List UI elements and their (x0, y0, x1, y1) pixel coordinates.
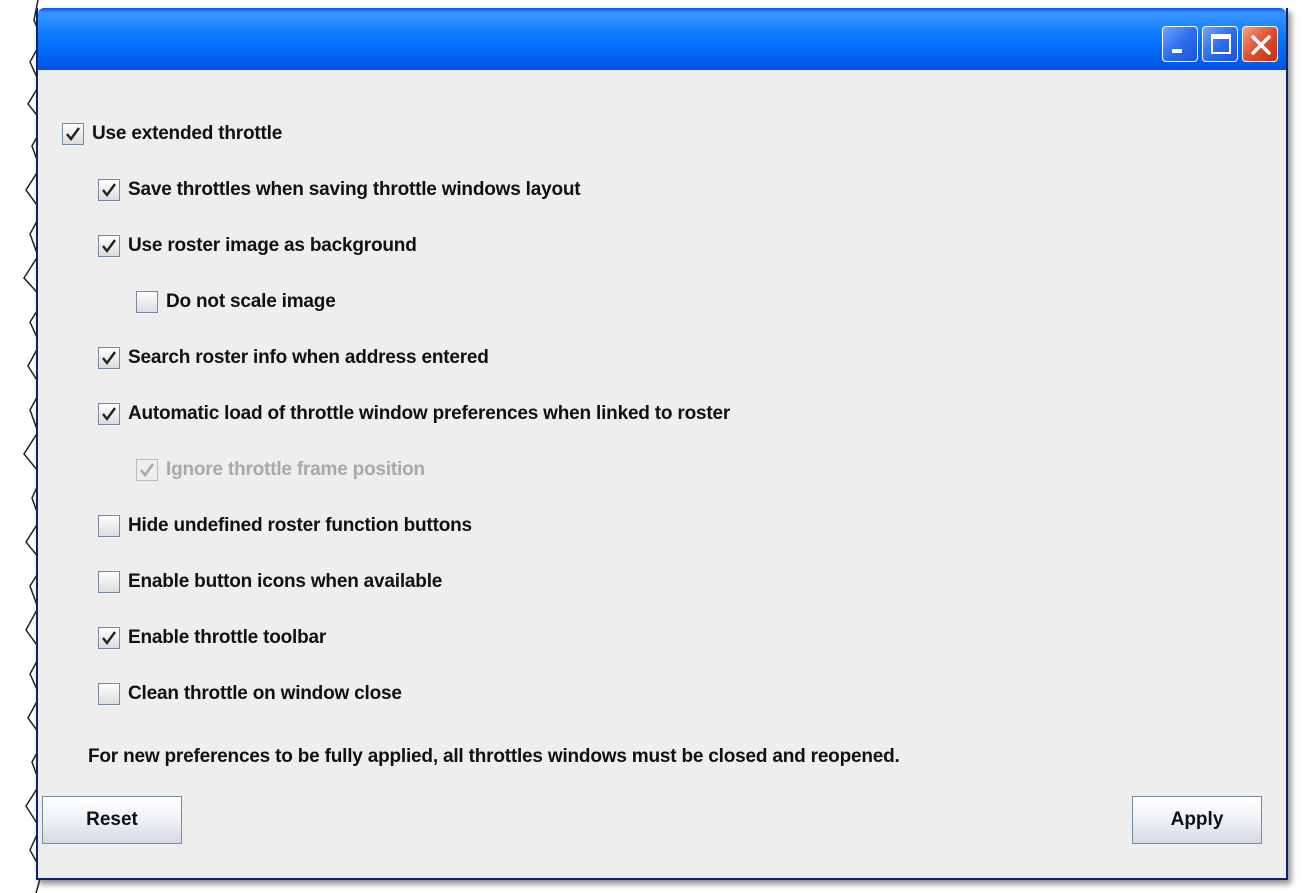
option-clean-throttle-on-close[interactable]: Clean throttle on window close (98, 680, 402, 708)
option-use-extended-throttle[interactable]: Use extended throttle (62, 120, 282, 148)
checkbox[interactable] (98, 515, 120, 537)
checkbox[interactable] (98, 403, 120, 425)
option-automatic-load-preferences[interactable]: Automatic load of throttle window prefer… (98, 400, 730, 428)
reset-button[interactable]: Reset (42, 796, 182, 844)
checkbox[interactable] (98, 347, 120, 369)
close-button[interactable] (1242, 26, 1278, 62)
option-hide-undefined-buttons[interactable]: Hide undefined roster function buttons (98, 512, 472, 540)
option-label: Save throttles when saving throttle wind… (128, 179, 581, 200)
checkmark-icon (102, 183, 116, 197)
close-icon (1251, 35, 1271, 55)
title-bar[interactable] (38, 8, 1286, 70)
checkmark-icon (140, 463, 154, 477)
preferences-window: Use extended throttle Save throttles whe… (36, 8, 1288, 880)
minimize-button[interactable] (1162, 26, 1198, 62)
option-save-throttles[interactable]: Save throttles when saving throttle wind… (98, 176, 581, 204)
apply-button[interactable]: Apply (1132, 796, 1262, 844)
checkbox[interactable] (98, 571, 120, 593)
checkbox (136, 459, 158, 481)
option-label: Hide undefined roster function buttons (128, 515, 472, 536)
option-roster-image-background[interactable]: Use roster image as background (98, 232, 417, 260)
option-label: Enable throttle toolbar (128, 627, 327, 648)
window-controls (1162, 26, 1278, 62)
option-label: Use roster image as background (128, 235, 417, 256)
option-label: Enable button icons when available (128, 571, 443, 592)
option-ignore-frame-position: Ignore throttle frame position (136, 456, 425, 484)
checkbox[interactable] (98, 235, 120, 257)
minimize-icon (1172, 49, 1182, 53)
checkbox[interactable] (98, 683, 120, 705)
option-search-roster-info[interactable]: Search roster info when address entered (98, 344, 489, 372)
maximize-icon (1211, 34, 1231, 54)
checkbox[interactable] (98, 627, 120, 649)
option-do-not-scale-image[interactable]: Do not scale image (136, 288, 336, 316)
maximize-button[interactable] (1202, 26, 1238, 62)
option-label: Use extended throttle (92, 123, 283, 144)
checkmark-icon (102, 631, 116, 645)
option-enable-button-icons[interactable]: Enable button icons when available (98, 568, 442, 596)
option-label: Do not scale image (166, 291, 336, 312)
checkbox[interactable] (136, 291, 158, 313)
checkmark-icon (102, 407, 116, 421)
option-enable-throttle-toolbar[interactable]: Enable throttle toolbar (98, 624, 326, 652)
option-label: Automatic load of throttle window prefer… (128, 403, 731, 424)
page: Use extended throttle Save throttles whe… (0, 0, 1302, 893)
option-label: Clean throttle on window close (128, 683, 402, 704)
option-label: Search roster info when address entered (128, 347, 489, 368)
checkmark-icon (102, 239, 116, 253)
restart-note: For new preferences to be fully applied,… (88, 746, 900, 767)
preferences-content: Use extended throttle Save throttles whe… (38, 70, 1286, 878)
option-label: Ignore throttle frame position (166, 459, 425, 480)
checkmark-icon (102, 351, 116, 365)
checkmark-icon (66, 127, 80, 141)
checkbox[interactable] (62, 123, 84, 145)
checkbox[interactable] (98, 179, 120, 201)
